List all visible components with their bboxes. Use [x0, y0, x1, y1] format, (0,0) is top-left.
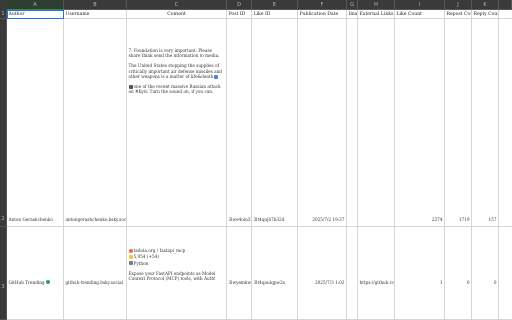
- column-header-k[interactable]: K: [472, 0, 499, 10]
- image-cell[interactable]: [347, 227, 358, 320]
- header-cell-like-count[interactable]: Like Count: [395, 10, 445, 19]
- like-count-cell[interactable]: 1: [395, 227, 445, 320]
- row-header-1[interactable]: 1: [0, 10, 7, 19]
- content-line: 7. Foundation is very important. Please …: [128, 48, 220, 59]
- repost-count-cell[interactable]: 0: [445, 227, 472, 320]
- header-cell-repost-count[interactable]: Repost Cou: [445, 10, 472, 19]
- like-count-cell[interactable]: 2374: [395, 19, 445, 227]
- column-header-e[interactable]: E: [252, 0, 298, 10]
- row-header-2[interactable]: 2: [0, 19, 7, 227]
- spreadsheet: A B C D E F G H I J K 1 2 3 Author Usern…: [0, 0, 512, 320]
- author-cell[interactable]: Anton Gerashchenko: [7, 19, 64, 227]
- content-line: tadata.org / fastapi_mcp: [128, 248, 185, 253]
- external-links-cell[interactable]: [358, 19, 395, 227]
- header-cell-content[interactable]: Content: [127, 10, 227, 19]
- username-cell[interactable]: github-trending.bsky.social: [64, 227, 127, 320]
- row-number: 3: [1, 284, 5, 290]
- column-header-b[interactable]: B: [64, 0, 127, 10]
- like-id-cell[interactable]: 3lt4qaulqpw2x: [252, 227, 298, 320]
- header-cell-image[interactable]: Imag: [347, 10, 358, 19]
- column-header-c[interactable]: C: [127, 0, 227, 10]
- column-header-j[interactable]: J: [445, 0, 472, 10]
- content-line: 5,954 (+54): [128, 254, 159, 259]
- overflow-cell: [499, 227, 512, 320]
- content-cell[interactable]: 7. Foundation is very important. Please …: [127, 19, 227, 227]
- column-header-g[interactable]: G: [347, 0, 358, 10]
- column-header-i[interactable]: I: [395, 0, 445, 10]
- header-cell-publication-date[interactable]: Publication Date: [298, 10, 347, 19]
- username-cell[interactable]: antongerashchenko.bsky.social: [64, 19, 127, 227]
- external-links-cell[interactable]: https://github.co: [358, 227, 395, 320]
- overflow-cell: [499, 19, 512, 227]
- row-number: 1: [1, 11, 5, 17]
- post-id-cell[interactable]: 3lwyemkwes: [227, 227, 252, 320]
- publication-date-cell[interactable]: 2025/7/2 19:37: [298, 19, 347, 227]
- content-line: one of the recent massive Russian attack…: [128, 84, 221, 95]
- post-id-cell[interactable]: 3lwe4oin3k2: [227, 19, 252, 227]
- author-cell[interactable]: GitHub Trending: [7, 227, 64, 320]
- header-cell-username[interactable]: Username: [64, 10, 127, 19]
- like-id-cell[interactable]: 3lt4qojh7b32d: [252, 19, 298, 227]
- star-icon: [128, 254, 133, 259]
- robot-emoji-icon: [46, 280, 51, 284]
- code-icon: [128, 261, 133, 266]
- header-cell-post-id[interactable]: Post ID: [227, 10, 252, 19]
- column-header-d[interactable]: D: [227, 0, 252, 10]
- cell-grid: Author Username Content Post ID Like ID …: [7, 10, 512, 320]
- column-header-overflow: [499, 0, 512, 10]
- reply-count-cell[interactable]: 157: [472, 19, 499, 227]
- repost-count-cell[interactable]: 1719: [445, 19, 472, 227]
- header-cell-like-id[interactable]: Like ID: [252, 10, 298, 19]
- header-cell-overflow: [499, 10, 512, 19]
- emoji-icon: [214, 74, 219, 79]
- column-header-a[interactable]: A: [7, 0, 64, 10]
- row-number: 2: [1, 216, 5, 222]
- content-cell[interactable]: tadata.org / fastapi_mcp 5,954 (+54) Pyt…: [127, 227, 227, 320]
- image-cell[interactable]: [347, 19, 358, 227]
- row-header-3[interactable]: 3: [0, 227, 7, 320]
- header-cell-author[interactable]: Author: [7, 10, 64, 19]
- header-cell-reply-count[interactable]: Reply Count: [472, 10, 499, 19]
- content-line: The United States stopping the supplies …: [128, 63, 222, 80]
- reply-count-cell[interactable]: 0: [472, 227, 499, 320]
- content-line: Python: [128, 261, 148, 266]
- content-line: Expose your FastAPI endpoints as Model C…: [128, 270, 216, 282]
- header-cell-external-links[interactable]: External Links: [358, 10, 395, 19]
- column-header-h[interactable]: H: [358, 0, 395, 10]
- column-header-f[interactable]: F: [298, 0, 347, 10]
- camera-icon: [128, 84, 133, 89]
- publication-date-cell[interactable]: 2025/7/3 1:02: [298, 227, 347, 320]
- package-icon: [128, 248, 133, 253]
